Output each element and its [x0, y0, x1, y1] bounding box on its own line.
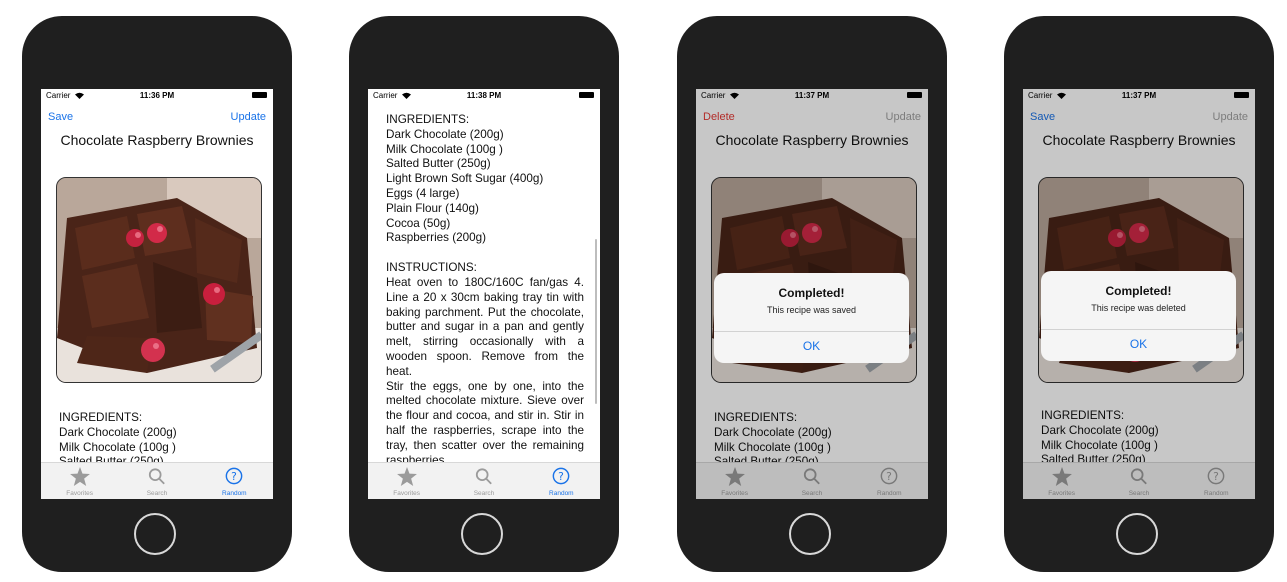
tab-label: Search: [146, 490, 168, 497]
alert-divider: [714, 331, 909, 332]
svg-text:?: ?: [558, 470, 564, 483]
ingredient-item: Dark Chocolate (200g): [386, 127, 504, 141]
screen-recipe-deleted-alert: Carrier 11:37 PM Save Update Chocolate R…: [1023, 89, 1255, 499]
ingredients-header: INGREDIENTS:: [59, 411, 143, 424]
ingredient-item: Salted Butter (250g): [386, 157, 491, 171]
instructions-paragraph: Heat oven to 180C/160C fan/gas 4. Line a…: [386, 275, 584, 378]
alert-divider: [1041, 329, 1236, 330]
alert-ok-button[interactable]: OK: [714, 339, 909, 353]
question-circle-icon: ?: [225, 467, 243, 485]
ingredient-item: Dark Chocolate (200g): [59, 425, 177, 439]
alert-ok-button[interactable]: OK: [1041, 337, 1236, 351]
home-button[interactable]: [1116, 513, 1158, 555]
ingredient-item: Eggs (4 large): [386, 186, 460, 200]
tab-bar: Favorites Search ? Random: [41, 462, 273, 499]
phone-frame-1: Carrier 11:36 PM Save Update Chocolate R…: [22, 16, 292, 572]
phone-frame-4: Carrier 11:37 PM Save Update Chocolate R…: [1004, 16, 1274, 572]
status-bar: Carrier 11:38 PM: [368, 89, 600, 103]
tab-favorites[interactable]: Favorites: [368, 463, 445, 499]
scrollbar[interactable]: [595, 239, 597, 404]
ingredient-item: Milk Chocolate (100g ): [59, 440, 176, 454]
tab-random[interactable]: ? Random: [523, 463, 600, 499]
alert-title: Completed!: [1105, 284, 1172, 298]
question-circle-icon: ?: [552, 467, 570, 485]
status-bar: Carrier 11:36 PM: [41, 89, 273, 103]
tab-label: Favorites: [66, 490, 94, 497]
alert-message: This recipe was saved: [766, 305, 857, 315]
tab-label: Search: [473, 490, 495, 497]
screen-recipe-saved-alert: Carrier 11:37 PM Delete Update Chocolate…: [696, 89, 928, 499]
tab-random[interactable]: ? Random: [196, 463, 273, 499]
tab-label: Random: [549, 490, 574, 497]
status-time: 11:38 PM: [466, 91, 502, 100]
save-button[interactable]: Save: [48, 111, 73, 123]
recipe-text: INGREDIENTS: Dark Chocolate (200g) Milk …: [386, 113, 584, 468]
tab-label: Random: [222, 490, 247, 497]
star-icon: [396, 467, 417, 486]
phone-frame-2: Carrier 11:38 PM INGREDIENTS: Dark Choco…: [349, 16, 619, 572]
tab-search[interactable]: Search: [118, 463, 195, 499]
ingredient-item: Plain Flour (140g): [386, 201, 479, 215]
alert-dialog: Completed! This recipe was deleted OK: [1041, 271, 1236, 361]
home-button[interactable]: [461, 513, 503, 555]
recipe-title: Chocolate Raspberry Brownies: [60, 132, 254, 148]
alert-message: This recipe was deleted: [1091, 303, 1186, 313]
alert-dialog: Completed! This recipe was saved OK: [714, 273, 909, 363]
search-icon: [148, 468, 165, 485]
battery-icon: [252, 92, 267, 98]
instructions-header: INSTRUCTIONS:: [386, 261, 477, 275]
tab-bar: Favorites Search ? Random: [368, 462, 600, 499]
update-button[interactable]: Update: [231, 111, 266, 123]
tab-label: Favorites: [393, 490, 421, 497]
recipe-photo: [56, 177, 262, 383]
ingredient-item: Raspberries (200g): [386, 231, 487, 245]
star-icon: [69, 467, 90, 486]
phone-frame-3: Carrier 11:37 PM Delete Update Chocolate…: [677, 16, 947, 572]
tab-search[interactable]: Search: [445, 463, 522, 499]
ingredients-header: INGREDIENTS:: [386, 113, 470, 126]
battery-icon: [579, 92, 594, 98]
home-button[interactable]: [789, 513, 831, 555]
screen-recipe: Carrier 11:36 PM Save Update Chocolate R…: [41, 89, 273, 499]
tab-favorites[interactable]: Favorites: [41, 463, 118, 499]
status-time: 11:36 PM: [139, 91, 175, 100]
ingredient-item: Cocoa (50g): [386, 216, 451, 230]
brownie-image: [57, 178, 261, 382]
alert-title: Completed!: [778, 286, 845, 300]
ingredient-item: Light Brown Soft Sugar (400g): [386, 172, 544, 186]
screen-recipe-scrolled: Carrier 11:38 PM INGREDIENTS: Dark Choco…: [368, 89, 600, 499]
search-icon: [475, 468, 492, 485]
ingredient-item: Milk Chocolate (100g ): [386, 142, 503, 156]
instructions-paragraph: Stir the eggs, one by one, into the melt…: [386, 379, 584, 467]
home-button[interactable]: [134, 513, 176, 555]
svg-text:?: ?: [231, 470, 237, 483]
